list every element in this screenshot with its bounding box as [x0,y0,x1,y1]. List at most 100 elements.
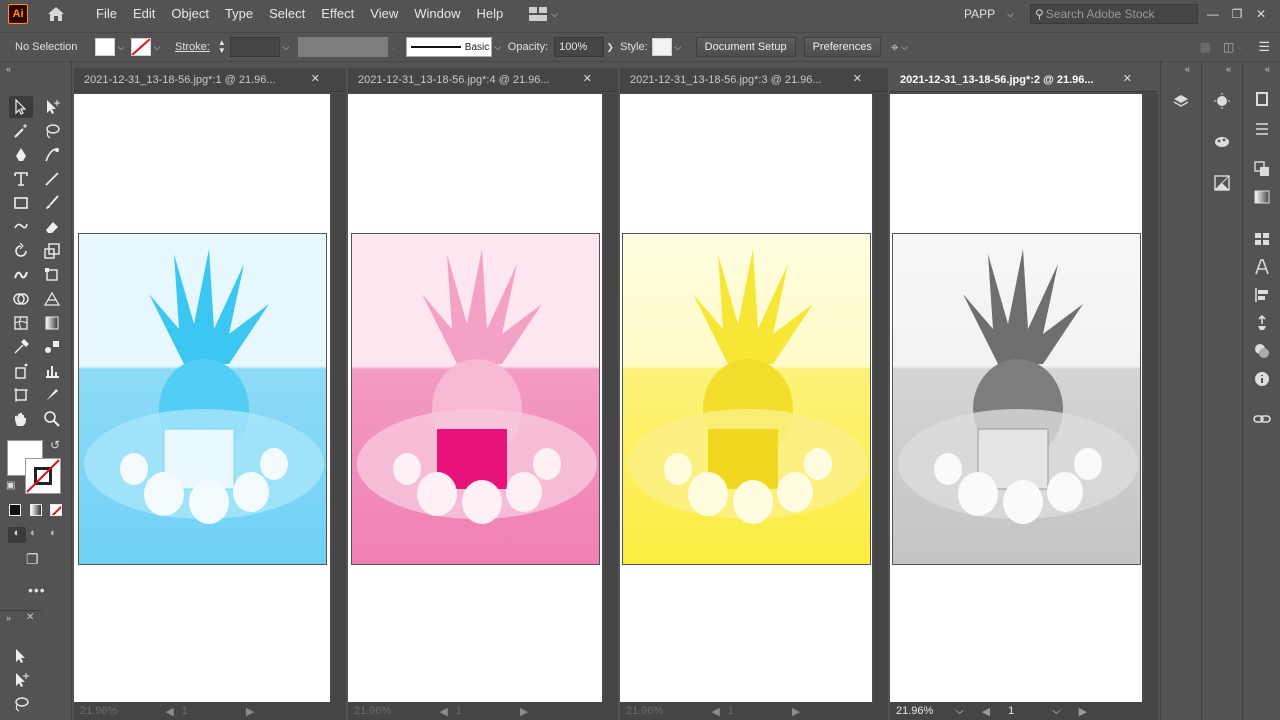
pen-tool-icon[interactable] [9,144,33,166]
profile-chevron-icon[interactable]: ⌵ [388,38,400,56]
column-graph-tool-icon[interactable] [40,360,64,382]
slice-tool-icon[interactable] [40,384,64,406]
lasso-tool-icon[interactable] [40,120,64,142]
zoom-field[interactable]: 21.96% [896,705,933,717]
gradient-mode-icon[interactable] [30,504,42,516]
mini-direct-selection-tool-icon[interactable] [9,669,33,691]
screen-mode-icon[interactable]: ❐ [26,551,39,568]
first-artboard-icon[interactable]: ◀ [982,705,990,718]
magic-wand-tool-icon[interactable] [9,120,33,142]
character-icon[interactable] [1251,256,1273,278]
artboard-chevron-icon[interactable]: ⌵ [1052,705,1060,718]
artboard-number[interactable]: 1 [182,705,188,717]
image-trace-icon[interactable] [1211,172,1233,194]
canvas[interactable] [620,94,872,702]
transform-icon[interactable]: ⌖ [891,39,899,56]
stroke-color-box[interactable] [25,458,61,494]
align-icon[interactable]: ▦ [1200,40,1211,54]
last-artboard-icon[interactable]: ▶ [1079,705,1087,718]
artboard-number[interactable]: 1 [456,705,462,717]
opacity-chevron-icon[interactable]: ❯ [604,38,616,56]
menu-help[interactable]: Help [468,0,511,28]
free-transform-tool-icon[interactable] [40,264,64,286]
vertical-scrollbar[interactable] [874,94,888,702]
canvas[interactable] [348,94,602,702]
zoom-field[interactable]: 21.96% [626,705,663,717]
fill-swatch[interactable] [95,38,115,56]
mini-selection-tool-icon[interactable] [9,645,33,667]
zoom-field[interactable]: 21.96% [354,705,391,717]
menu-object[interactable]: Object [163,0,217,28]
stroke-weight-input[interactable] [229,37,280,57]
close-tab-icon[interactable]: ✕ [311,72,320,85]
vertical-scrollbar[interactable] [604,94,618,702]
workspace-switcher[interactable]: PAPP [964,7,995,21]
variable-width-profile[interactable] [297,37,388,57]
eyedropper-tool-icon[interactable] [9,336,33,358]
mini-lasso-tool-icon[interactable] [9,693,33,715]
close-tab-icon[interactable]: ✕ [853,72,862,85]
search-input[interactable]: Search Adobe Stock [1046,7,1155,21]
opacity-input[interactable]: 100% [554,37,605,57]
graphic-style-swatch[interactable] [651,38,672,56]
curvature-tool-icon[interactable] [40,144,64,166]
links-icon[interactable] [1251,408,1273,430]
mini-toolbar-close-icon[interactable]: ✕ [26,612,34,623]
none-mode-icon[interactable] [50,504,62,516]
transform-chevron-icon[interactable]: ⌵ [899,38,911,56]
stock-search[interactable]: ⚲ Search Adobe Stock [1030,4,1198,24]
document-tab[interactable]: 2021-12-31_13-18-56.jpg*:3 @ 21.96... ✕ [620,68,888,92]
properties-icon[interactable] [1251,118,1273,140]
draw-behind-icon[interactable]: ◐ [30,527,37,539]
shaper-tool-icon[interactable] [9,216,33,238]
arrange-documents-icon[interactable]: ⌵ [529,7,558,21]
menu-edit[interactable]: Edit [125,0,163,28]
dock-collapse-icon[interactable]: « [1265,64,1270,74]
fill-chevron-icon[interactable]: ⌵ [115,38,127,56]
pathfinder-icon[interactable] [1251,158,1273,180]
perspective-grid-tool-icon[interactable] [40,288,64,310]
last-artboard-icon[interactable]: ▶ [792,705,800,718]
document-tab[interactable]: 2021-12-31_13-18-56.jpg*:1 @ 21.96... ✕ [74,68,346,92]
last-artboard-icon[interactable]: ▶ [246,705,254,718]
symbol-sprayer-tool-icon[interactable] [9,360,33,382]
menu-window[interactable]: Window [406,0,468,28]
menu-view[interactable]: View [362,0,406,28]
draw-inside-icon[interactable]: ◐ [50,527,57,539]
appearance-icon[interactable] [1211,90,1233,112]
style-chevron-icon[interactable]: ⌵ [672,38,684,56]
vertical-scrollbar[interactable] [332,94,346,702]
scale-tool-icon[interactable] [40,240,64,262]
blend-tool-icon[interactable] [40,336,64,358]
close-tab-icon[interactable]: ✕ [1123,72,1132,85]
distribute-icon[interactable]: ◫ [1223,40,1234,54]
restore-icon[interactable]: ❐ [1228,5,1246,23]
menu-effect[interactable]: Effect [313,0,362,28]
default-fill-stroke-icon[interactable]: ▣ [6,480,15,491]
preferences-button[interactable]: Preferences [803,37,881,57]
direct-selection-tool-icon[interactable] [40,96,64,118]
minimize-icon[interactable]: — [1204,5,1222,23]
workspace-chevron-icon[interactable]: ⌵ [1007,9,1014,20]
distribute-chevron-icon[interactable]: ⌵ [1234,38,1246,56]
vertical-scrollbar[interactable] [1144,94,1158,702]
shape-builder-tool-icon[interactable] [9,288,33,310]
first-artboard-icon[interactable]: ◀ [439,705,447,718]
warp-tool-icon[interactable] [9,264,33,286]
dock-collapse-icon[interactable]: « [1185,64,1190,74]
stroke-stepper-icon[interactable]: ▲ ▼ [218,39,226,55]
zoom-field[interactable]: 21.96% [80,705,117,717]
menu-file[interactable]: File [88,0,125,28]
zoom-tool-icon[interactable] [40,408,64,430]
placed-image[interactable] [622,233,871,565]
symbols-icon[interactable] [1211,130,1233,152]
home-icon[interactable] [46,4,66,24]
placed-image[interactable] [892,233,1141,565]
stroke-swatch[interactable] [131,38,151,56]
rotate-tool-icon[interactable] [9,240,33,262]
brushes-icon[interactable] [1251,312,1273,334]
gradient-tool-icon[interactable] [40,312,64,334]
close-icon[interactable]: ✕ [1252,5,1270,23]
selection-tool-icon[interactable] [9,96,33,118]
swatches-icon[interactable] [1251,228,1273,250]
